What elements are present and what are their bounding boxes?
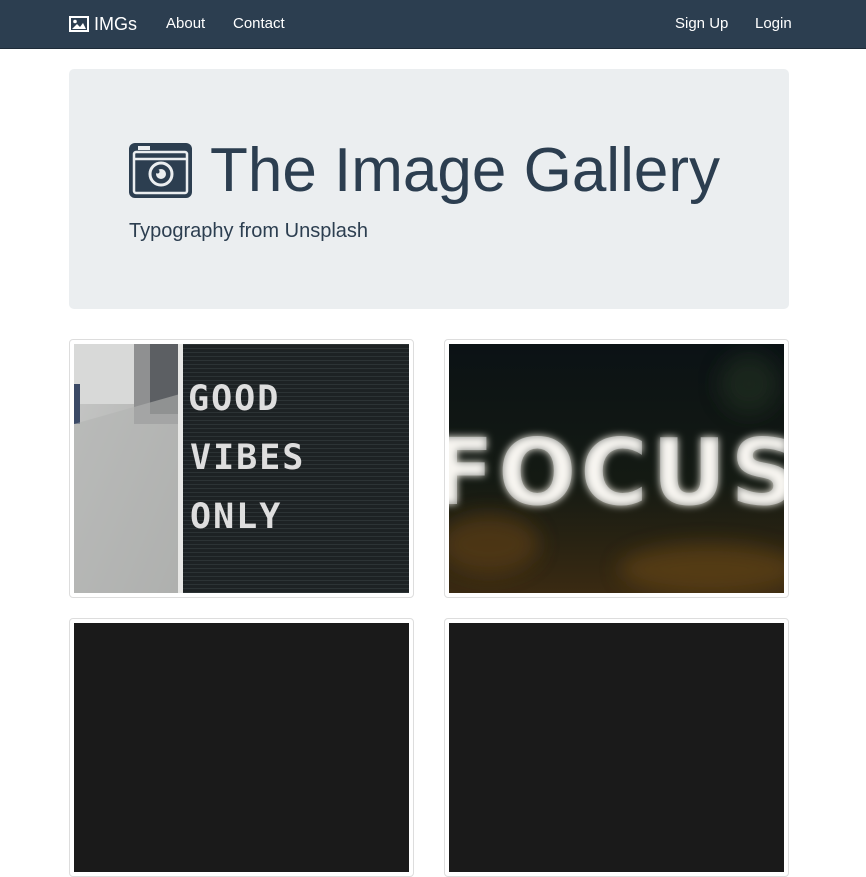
page-title: The Image Gallery	[210, 136, 720, 205]
svg-text:GOOD: GOOD	[188, 379, 280, 419]
svg-text:FOCUS: FOCUS	[449, 419, 784, 526]
brand-name: IMGs	[94, 14, 137, 34]
gallery-card[interactable]	[444, 618, 789, 877]
nav-contact-link[interactable]: Contact	[233, 15, 285, 33]
nav-about-link[interactable]: About	[166, 15, 205, 33]
page-subtitle: Typography from Unsplash	[129, 220, 369, 242]
jumbotron: The Image Gallery Typography from Unspla…	[69, 69, 789, 309]
navbar: IMGs About Contact Sign Up Login	[0, 0, 866, 49]
nav-signup-link[interactable]: Sign Up	[675, 15, 728, 33]
gallery-image-focus[interactable]: FOCUS FOCUS	[449, 344, 784, 593]
nav-login-link[interactable]: Login	[755, 15, 792, 33]
camera-icon	[129, 143, 192, 198]
gallery-card[interactable]: GOOD VIBES ONLY	[69, 339, 414, 598]
brand-link[interactable]: IMGs	[69, 13, 137, 35]
svg-text:VIBES: VIBES	[190, 438, 305, 478]
svg-text:ONLY: ONLY	[190, 497, 282, 537]
gallery-image[interactable]	[449, 623, 784, 872]
gallery-image-good-vibes[interactable]: GOOD VIBES ONLY	[74, 344, 409, 593]
gallery-card[interactable]: FOCUS FOCUS	[444, 339, 789, 598]
gallery-card[interactable]	[69, 618, 414, 877]
image-icon	[69, 16, 89, 32]
gallery-image[interactable]	[74, 623, 409, 872]
